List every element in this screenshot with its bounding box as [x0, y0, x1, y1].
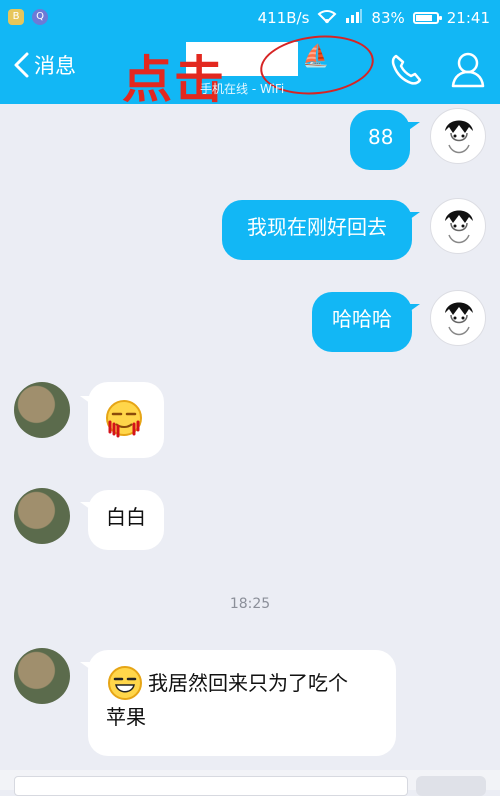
app-notification-icon: B — [8, 9, 24, 25]
wifi-icon — [317, 8, 337, 28]
chat-header: 消息 点击 ⛵ 手机在线 - WiFi — [0, 30, 500, 109]
message-bubble[interactable]: 我现在刚好回去 — [222, 200, 412, 260]
friend-avatar[interactable] — [14, 648, 70, 704]
sketch-avatar-icon — [445, 302, 473, 336]
status-bar: B Q 411B/s 83% 21:41 — [0, 0, 500, 36]
message-input[interactable] — [14, 776, 408, 796]
back-label: 消息 — [34, 54, 76, 78]
grin-emoji-icon — [108, 666, 142, 700]
phone-icon — [391, 54, 422, 85]
message-bubble[interactable]: 白白 — [88, 490, 164, 550]
clock: 21:41 — [446, 9, 490, 27]
person-icon — [451, 52, 485, 88]
message-timestamp: 18:25 — [229, 596, 271, 612]
call-button[interactable] — [386, 50, 426, 94]
my-avatar[interactable] — [430, 290, 486, 346]
nosebleed-emoji-icon — [106, 400, 142, 438]
message-bubble[interactable] — [88, 382, 164, 458]
app-notification-icon-2: Q — [32, 9, 48, 25]
online-status: 手机在线 - WiFi — [200, 82, 285, 96]
network-speed: 411B/s — [257, 9, 310, 27]
send-button[interactable] — [416, 776, 486, 796]
message-bubble[interactable]: 我居然回来只为了吃个 苹果 — [88, 650, 396, 756]
friend-avatar[interactable] — [14, 382, 70, 438]
message-text-line-2: 苹果 — [106, 705, 146, 729]
my-avatar[interactable] — [430, 108, 486, 164]
sketch-avatar-icon — [445, 210, 473, 244]
back-button[interactable]: 消息 — [12, 50, 76, 80]
my-avatar[interactable] — [430, 198, 486, 254]
friend-avatar[interactable] — [14, 488, 70, 544]
profile-button[interactable] — [450, 50, 486, 94]
chevron-left-icon — [14, 52, 29, 78]
signal-icon — [345, 8, 363, 28]
sketch-avatar-icon — [445, 120, 473, 154]
message-bubble[interactable]: 哈哈哈 — [312, 292, 412, 352]
message-text-line-1: 我居然回来只为了吃个 — [148, 671, 348, 695]
annotation-text: 点击 — [122, 51, 226, 109]
battery-icon — [412, 12, 442, 24]
battery-percent: 83% — [371, 9, 405, 27]
message-bubble[interactable]: 88 — [350, 110, 410, 170]
